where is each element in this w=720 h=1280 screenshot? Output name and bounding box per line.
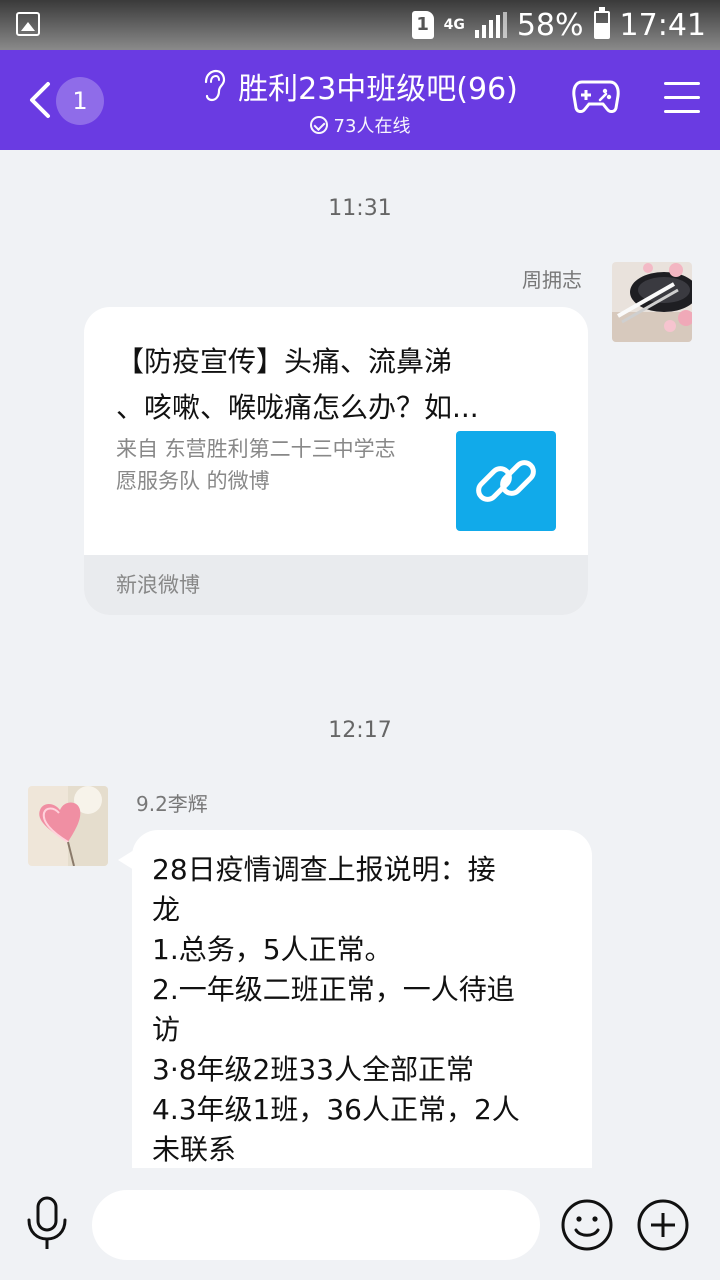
- voice-button[interactable]: [24, 1196, 70, 1256]
- message-line: 4.3年级1班，36人正常，2人: [152, 1093, 520, 1126]
- message-line: 28日疫情调查上报说明：接: [152, 853, 496, 886]
- chat-title: 胜利23中班级吧(96): [238, 72, 518, 107]
- message-line: 2.一年级二班正常，一人待追: [152, 973, 515, 1006]
- back-button[interactable]: [28, 80, 52, 120]
- card-description: 来自 东营胜利第二十三中学志 愿服务队 的微博: [116, 437, 396, 493]
- card-title: 【防疫宣传】头痛、流鼻涕 、咳嗽、喉咙痛怎么办？如...: [116, 345, 479, 424]
- message-line: 访: [152, 1013, 181, 1046]
- message-line: 1.总务，5人正常。: [152, 933, 393, 966]
- chat-title-area[interactable]: 胜利23中班级吧(96) 73人在线: [150, 64, 570, 138]
- ear-icon: [205, 69, 226, 102]
- avatar[interactable]: [612, 262, 692, 342]
- card-thumbnail: [456, 431, 556, 531]
- unread-count-badge[interactable]: 1: [56, 77, 104, 125]
- message-line: 龙: [152, 893, 181, 926]
- chevron-left-icon: [30, 82, 50, 118]
- sender-name: 9.2李辉: [136, 792, 208, 816]
- gamepad-icon: [572, 80, 620, 113]
- message-line: 未联系: [152, 1133, 237, 1166]
- more-button[interactable]: [636, 1198, 690, 1256]
- avatar[interactable]: [28, 786, 108, 866]
- status-bar: 1 4G 58% 17:41: [0, 0, 720, 50]
- message-bubble[interactable]: 28日疫情调查上报说明：接 龙 1.总务，5人正常。 2.一年级二班正常，一人待…: [132, 830, 592, 1170]
- microphone-icon: [27, 1196, 67, 1249]
- avatar-image: [28, 786, 108, 866]
- menu-button[interactable]: [664, 82, 700, 114]
- timestamp: 11:31: [328, 196, 392, 221]
- shared-link-card[interactable]: 【防疫宣传】头痛、流鼻涕 、咳嗽、喉咙痛怎么办？如... 来自 东营胜利第二十三…: [84, 307, 588, 615]
- avatar-image: [612, 262, 692, 342]
- plus-icon: [637, 1199, 689, 1251]
- signal-icon: [474, 12, 507, 38]
- link-icon: [476, 460, 536, 502]
- chat-header: 1 胜利23中班级吧(96) 73人在线: [0, 50, 720, 150]
- smiley-icon: [561, 1199, 613, 1251]
- timestamp: 12:17: [328, 718, 392, 743]
- sender-name: 周拥志: [522, 268, 582, 292]
- online-check-icon: [309, 116, 328, 134]
- message-line: 3·8年级2班33人全部正常: [152, 1053, 474, 1086]
- game-button[interactable]: [572, 78, 620, 118]
- message-input[interactable]: [92, 1190, 540, 1260]
- battery-percent: 58%: [516, 7, 584, 43]
- gallery-notification-icon: [16, 12, 40, 36]
- battery-icon: [593, 7, 610, 39]
- card-source: 新浪微博: [84, 555, 588, 615]
- emoji-button[interactable]: [560, 1198, 614, 1256]
- menu-icon: [664, 82, 700, 85]
- network-type: 4G: [443, 17, 465, 33]
- input-bar: [0, 1168, 720, 1280]
- sim-icon: 1: [411, 11, 434, 39]
- clock: 17:41: [619, 7, 706, 43]
- online-count: 73人在线: [333, 116, 411, 137]
